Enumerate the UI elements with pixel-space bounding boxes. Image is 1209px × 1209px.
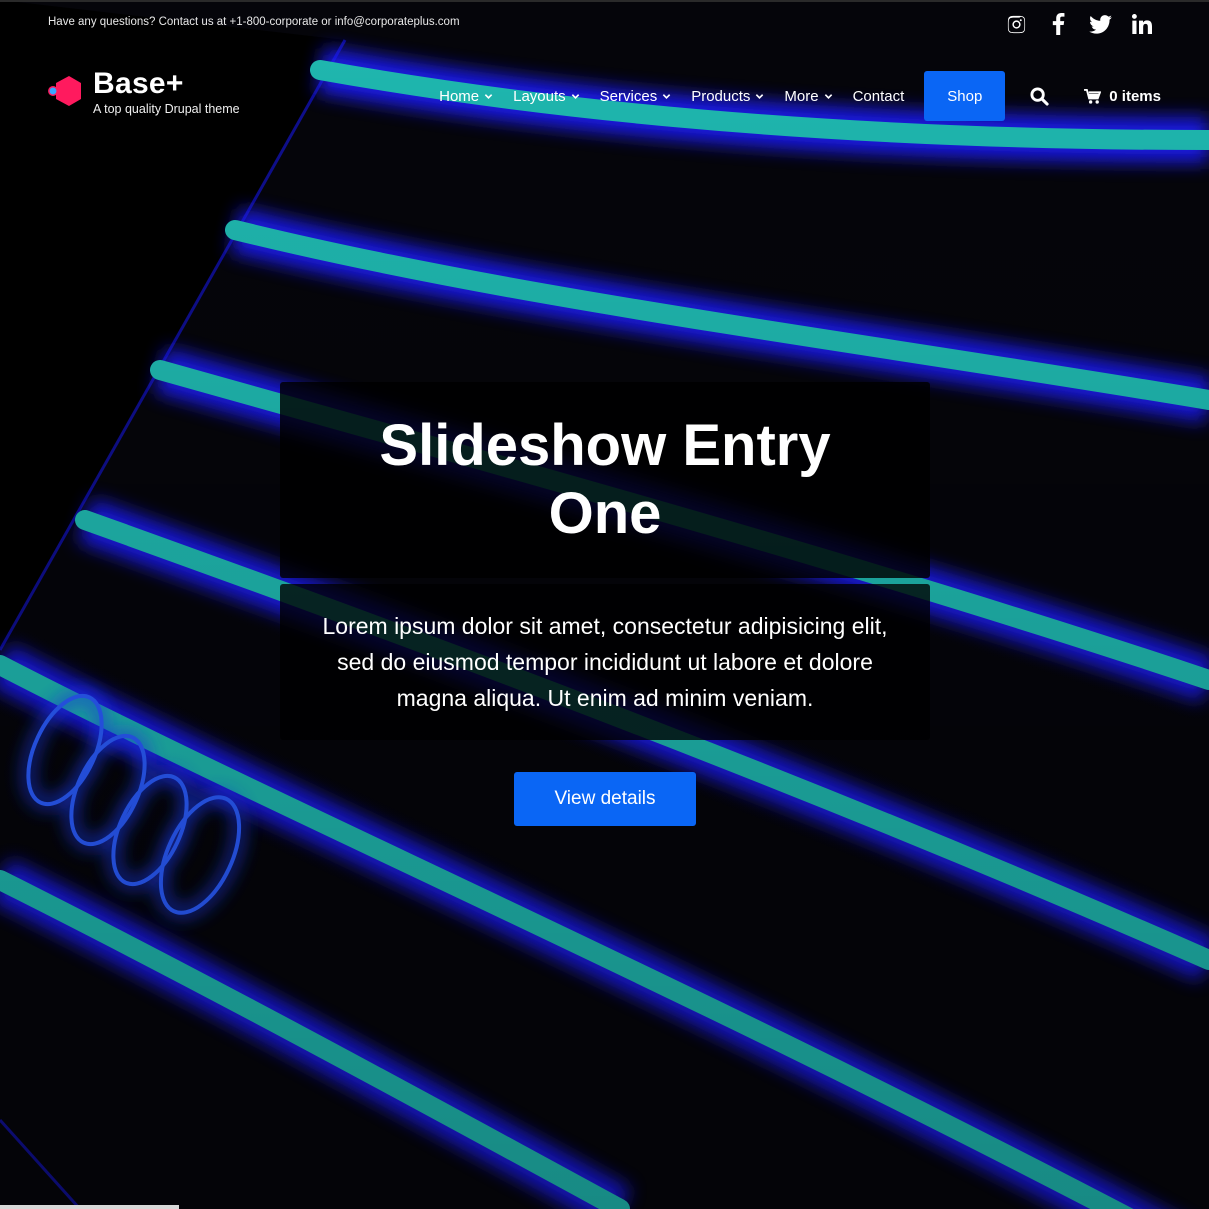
nav-item-products[interactable]: Products [691, 88, 764, 105]
twitter-link[interactable] [1079, 10, 1121, 38]
linkedin-icon [1132, 14, 1152, 34]
slide-text: Lorem ipsum dolor sit amet, consectetur … [322, 613, 888, 711]
chevron-down-icon [756, 93, 764, 99]
shop-button[interactable]: Shop [924, 71, 1006, 121]
facebook-link[interactable] [1037, 10, 1079, 38]
site-branding[interactable]: Base+ A top quality Drupal theme [48, 68, 240, 116]
nav-item-layouts[interactable]: Layouts [513, 88, 580, 105]
instagram-link[interactable] [995, 10, 1037, 38]
top-bar: Have any questions? Contact us at +1-800… [0, 0, 1209, 46]
cart-icon [1084, 88, 1102, 104]
site-name[interactable]: Base+ [93, 68, 240, 100]
nav-label: More [784, 87, 819, 105]
facebook-icon [1052, 13, 1064, 35]
search-button[interactable] [1019, 76, 1059, 116]
linkedin-link[interactable] [1121, 10, 1163, 38]
main-navigation: Home Layouts Services Products More Cont… [419, 71, 1161, 121]
nav-label: Layouts [513, 87, 566, 105]
nav-item-contact[interactable]: Contact [853, 88, 905, 105]
nav-label: Contact [852, 87, 905, 105]
cart-count: 0 items [1109, 87, 1161, 105]
nav-item-more[interactable]: More [784, 88, 832, 105]
site-slogan: A top quality Drupal theme [93, 102, 240, 116]
slide-text-box: Lorem ipsum dolor sit amet, consectetur … [280, 584, 930, 740]
logo-icon [48, 76, 81, 106]
nav-label: Services [599, 87, 658, 105]
cart-link[interactable]: 0 items [1084, 88, 1161, 105]
instagram-icon [1007, 15, 1025, 33]
chevron-down-icon [571, 93, 579, 99]
chevron-down-icon [824, 93, 832, 99]
twitter-icon [1088, 14, 1112, 34]
chevron-down-icon [484, 93, 493, 99]
nav-item-services[interactable]: Services [600, 88, 672, 105]
slide-title-box: Slideshow Entry One [280, 382, 930, 578]
social-links [995, 10, 1163, 38]
chevron-down-icon [662, 93, 671, 99]
contact-info: Have any questions? Contact us at +1-800… [48, 16, 460, 28]
nav-label: Home [439, 87, 480, 105]
slide-title: Slideshow Entry One [379, 413, 831, 546]
nav-item-home[interactable]: Home [439, 88, 493, 105]
view-details-button[interactable]: View details [514, 772, 696, 826]
search-icon [1030, 86, 1049, 106]
slideshow-progress-bar [0, 1205, 179, 1209]
nav-label: Products [691, 87, 751, 105]
